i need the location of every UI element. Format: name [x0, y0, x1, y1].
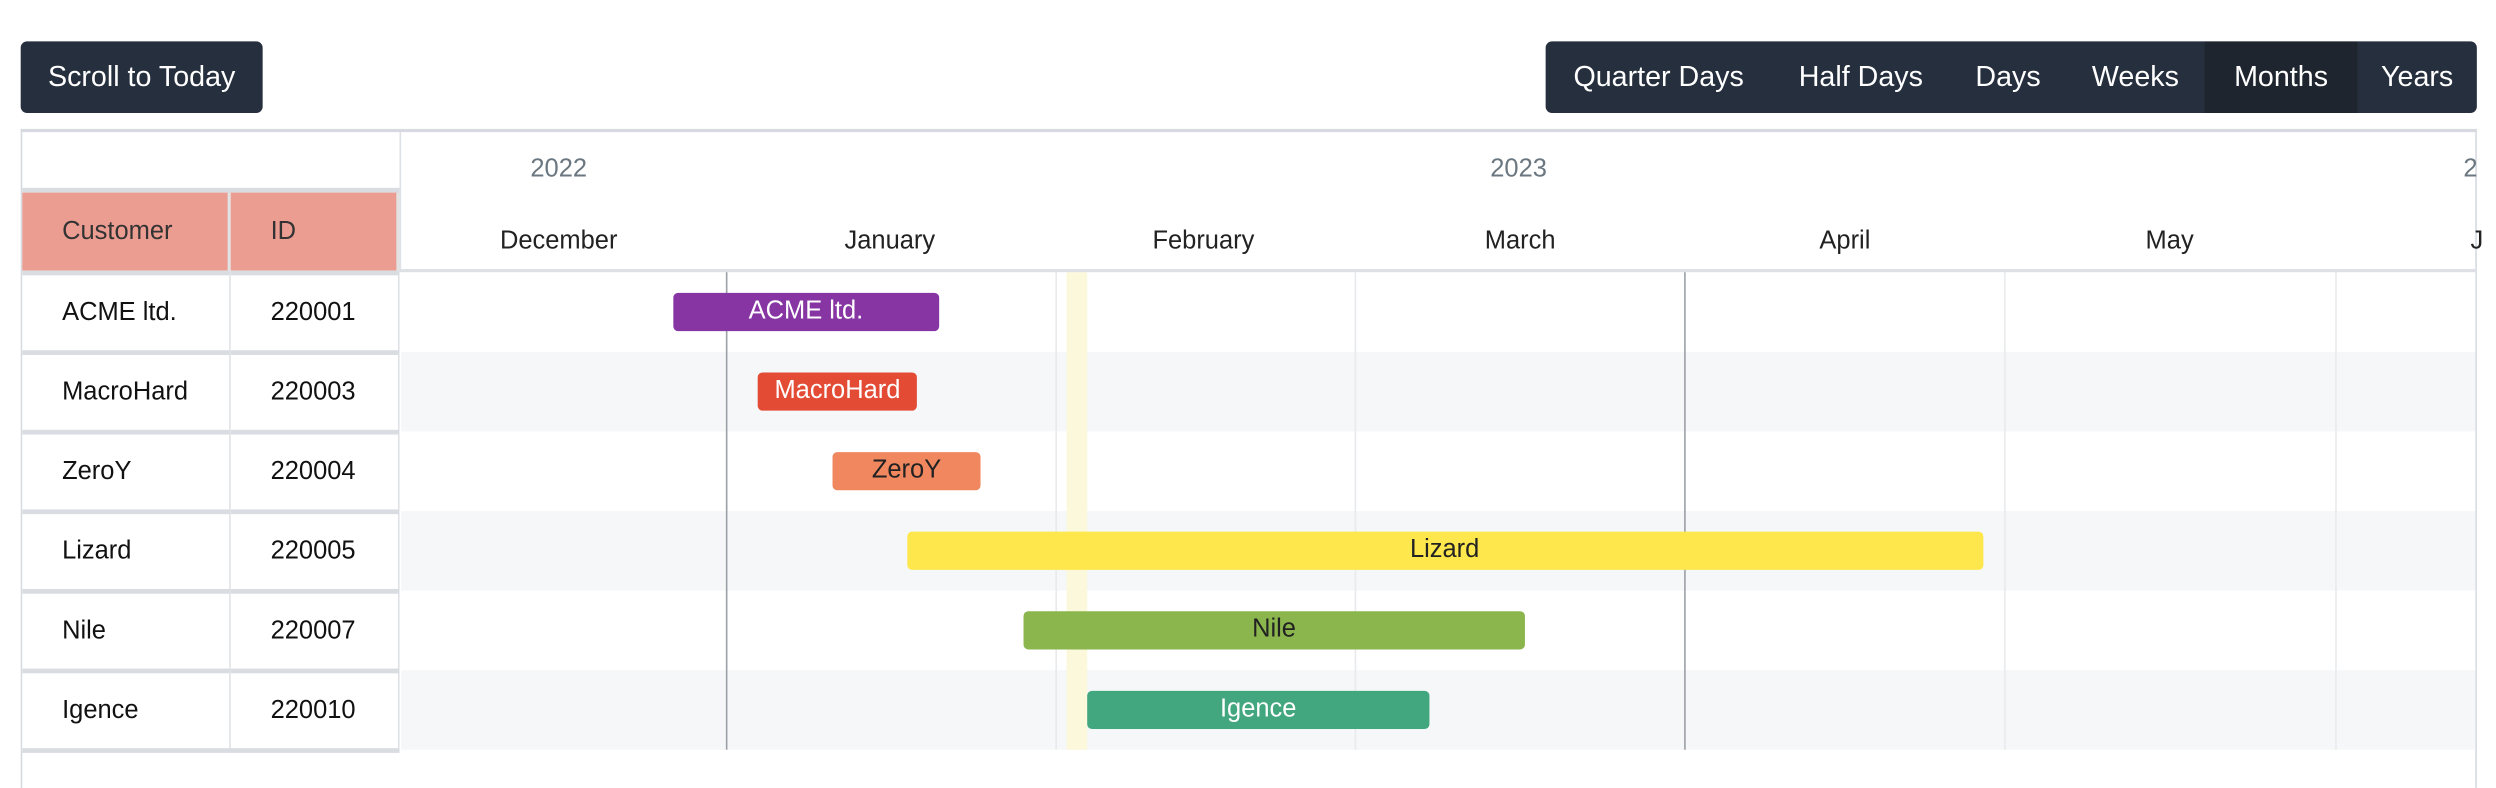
- month-gridline: [1354, 272, 1357, 750]
- timeline-header-bottom: [399, 269, 2477, 273]
- cell-id: 220001: [230, 270, 400, 352]
- timeline-header-divider: [399, 132, 402, 273]
- cell-id: 220004: [230, 429, 400, 511]
- cell-id: 220003: [230, 350, 400, 432]
- month-gridline: [1684, 272, 1686, 750]
- gantt-bar[interactable]: MacroHard: [757, 372, 918, 411]
- year-label: 2022: [530, 155, 588, 184]
- cell-customer: ACME ltd.: [22, 270, 231, 352]
- view-mode-half-days[interactable]: Half Days: [1772, 41, 1950, 113]
- cell-id: 220005: [230, 509, 400, 591]
- cell-id: 220010: [230, 668, 400, 750]
- month-label: April: [1819, 227, 1871, 255]
- month-label: May: [2145, 227, 2194, 255]
- gantt-chart: Customer ID ACME ltd. 220001 MacroHard 220003…: [20, 128, 2483, 788]
- gantt-bar[interactable]: Lizard: [906, 531, 1983, 570]
- gantt-bar[interactable]: ACME ltd.: [673, 292, 939, 332]
- view-mode-quarter-days[interactable]: Quarter Days: [1546, 41, 1772, 113]
- header-spacer: [22, 132, 400, 193]
- column-header-customer[interactable]: Customer: [22, 192, 231, 271]
- year-label: 2: [2463, 155, 2478, 184]
- cell-id: 220007: [230, 588, 400, 671]
- month-label: December: [499, 227, 618, 255]
- view-mode-days[interactable]: Days: [1950, 41, 2066, 113]
- month-gridline: [1055, 272, 1057, 750]
- month-label: J: [2470, 227, 2484, 255]
- column-header-id[interactable]: ID: [230, 192, 400, 271]
- month-gridline: [2335, 272, 2337, 750]
- gantt-bar[interactable]: ZeroY: [832, 452, 981, 491]
- cell-customer: Igence: [22, 668, 231, 750]
- view-mode-months[interactable]: Months: [2204, 41, 2358, 114]
- gantt-bar[interactable]: Igence: [1087, 690, 1430, 730]
- timeline-row: [401, 431, 2476, 511]
- today-marker: [1066, 272, 1087, 750]
- cell-customer: ZeroY: [22, 429, 231, 511]
- month-label: January: [844, 227, 936, 255]
- table-bottom-border: [22, 748, 400, 753]
- month-label: March: [1484, 227, 1556, 255]
- view-mode-weeks[interactable]: Weeks: [2066, 41, 2204, 113]
- timeline-row: [401, 351, 2476, 432]
- gantt-app: Scroll to Today Quarter Days Half Days Day…: [0, 0, 2496, 788]
- month-gridline: [725, 272, 728, 750]
- cell-customer: Lizard: [22, 509, 231, 591]
- month-label: February: [1152, 227, 1255, 255]
- timeline-row: [401, 670, 2476, 750]
- view-mode-years[interactable]: Years: [2357, 41, 2476, 113]
- cell-customer: MacroHard: [22, 350, 231, 432]
- year-label: 2023: [1490, 155, 1547, 184]
- cell-customer: Nile: [22, 588, 231, 671]
- month-gridline: [2004, 272, 2006, 750]
- view-mode-selector: Quarter Days Half Days Days Weeks Months Year…: [1545, 41, 2477, 114]
- gantt-bar[interactable]: Nile: [1023, 611, 1525, 650]
- scroll-to-today-button[interactable]: Scroll to Today: [20, 41, 263, 114]
